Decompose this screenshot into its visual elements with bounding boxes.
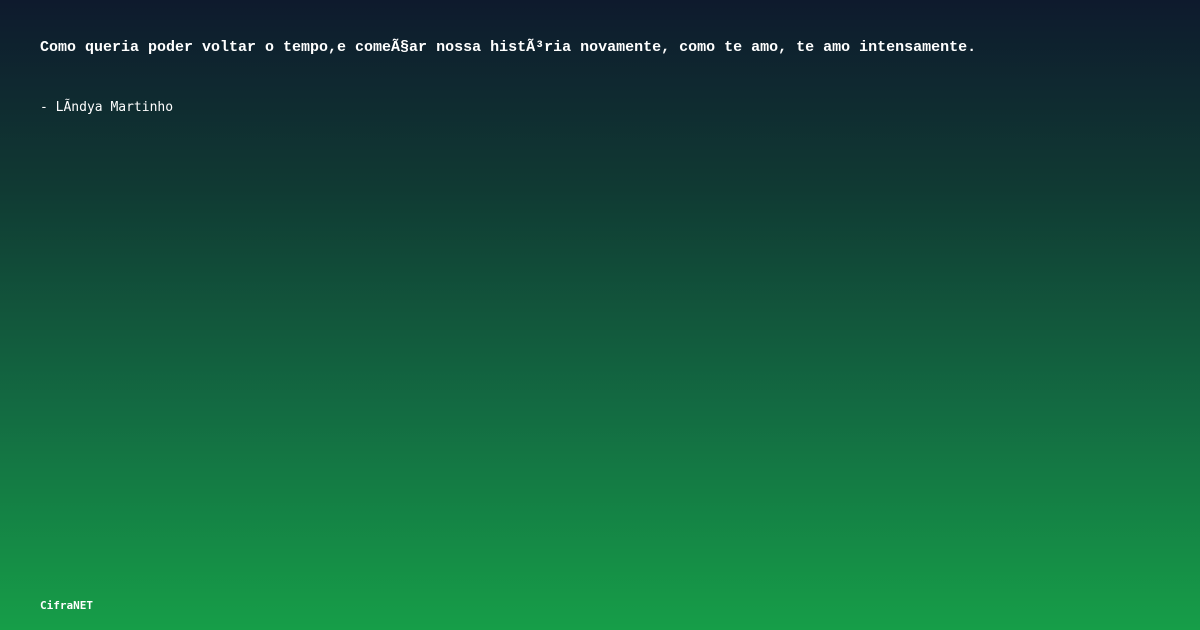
brand-label: CifraNET xyxy=(40,599,93,612)
quote-author: - LÃ­ndya Martinho xyxy=(40,100,174,115)
quote-card: Como queria poder voltar o tempo,e comeÃ… xyxy=(0,0,1200,630)
quote-text: Como queria poder voltar o tempo,e comeÃ… xyxy=(40,39,977,56)
